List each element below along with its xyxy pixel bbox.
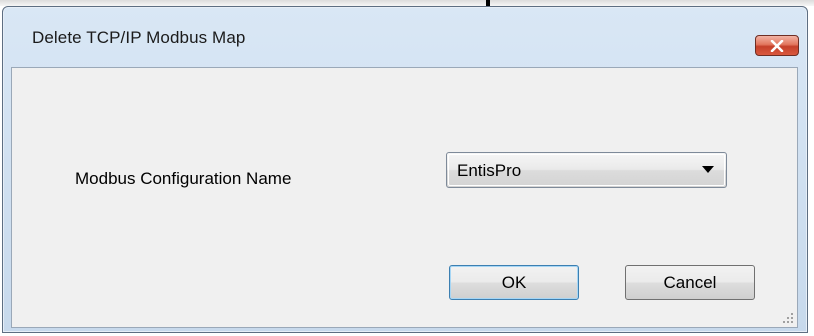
cancel-button[interactable]: Cancel bbox=[625, 265, 755, 300]
close-icon bbox=[770, 39, 784, 52]
dialog-body: Modbus Configuration Name EntisPro OK Ca… bbox=[11, 67, 798, 328]
ok-button[interactable]: OK bbox=[449, 265, 579, 300]
title-bar[interactable]: Delete TCP/IP Modbus Map bbox=[3, 7, 807, 59]
selected-configuration-value: EntisPro bbox=[457, 161, 522, 180]
close-button[interactable] bbox=[755, 35, 799, 56]
modbus-configuration-name-label: Modbus Configuration Name bbox=[75, 169, 292, 188]
delete-modbus-map-dialog: Delete TCP/IP Modbus Map Modbus Configur… bbox=[2, 6, 808, 333]
modbus-configuration-name-select[interactable]: EntisPro bbox=[446, 152, 727, 188]
dialog-title: Delete TCP/IP Modbus Map bbox=[32, 28, 246, 47]
chevron-down-icon[interactable] bbox=[702, 166, 714, 173]
resize-grip-icon[interactable] bbox=[781, 311, 793, 323]
